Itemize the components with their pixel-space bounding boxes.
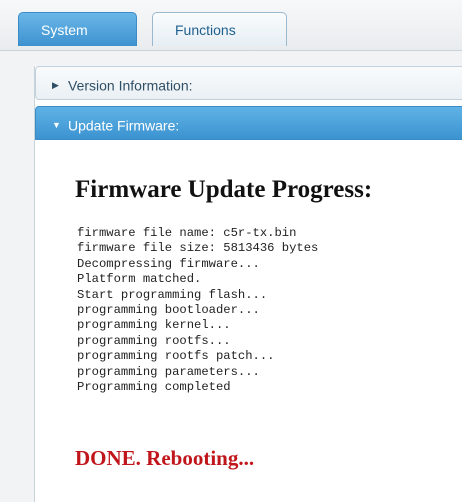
log-line: firmware file size: 5813436 bytes bbox=[77, 241, 319, 256]
log-line: Decompressing firmware... bbox=[77, 256, 260, 271]
log-line: Programming completed bbox=[77, 380, 231, 395]
firmware-log: firmware file name: c5r-tx.bin firmware … bbox=[77, 226, 318, 395]
log-line: programming kernel... bbox=[77, 318, 231, 333]
log-line: firmware file name: c5r-tx.bin bbox=[77, 226, 297, 240]
version-information-header[interactable]: ▶ Version Information: bbox=[35, 66, 462, 100]
log-line: Start programming flash... bbox=[77, 287, 268, 302]
caret-right-icon: ▶ bbox=[52, 80, 59, 91]
caret-down-icon: ▼ bbox=[52, 120, 61, 131]
log-line: Platform matched. bbox=[77, 272, 202, 287]
tab-system[interactable]: System bbox=[18, 12, 137, 46]
update-firmware-label: Update Firmware: bbox=[68, 117, 180, 134]
system-panel: ▶ Version Information: ▼ Update Firmware: … bbox=[34, 66, 462, 502]
reboot-status-text: DONE. Rebooting... bbox=[75, 446, 255, 470]
log-line: programming rootfs patch... bbox=[77, 349, 275, 364]
firmware-update-content: Firmware Update Progress: firmware file … bbox=[35, 140, 462, 502]
log-line: programming bootloader... bbox=[77, 303, 260, 318]
version-information-label: Version Information: bbox=[68, 77, 193, 94]
update-firmware-header[interactable]: ▼ Update Firmware: bbox=[35, 106, 462, 140]
firmware-update-title: Firmware Update Progress: bbox=[75, 176, 373, 203]
tab-functions[interactable]: Functions bbox=[152, 12, 287, 46]
log-line: programming rootfs... bbox=[77, 333, 231, 348]
log-line: programming parameters... bbox=[77, 364, 260, 379]
tab-bar: System Functions bbox=[0, 0, 462, 51]
